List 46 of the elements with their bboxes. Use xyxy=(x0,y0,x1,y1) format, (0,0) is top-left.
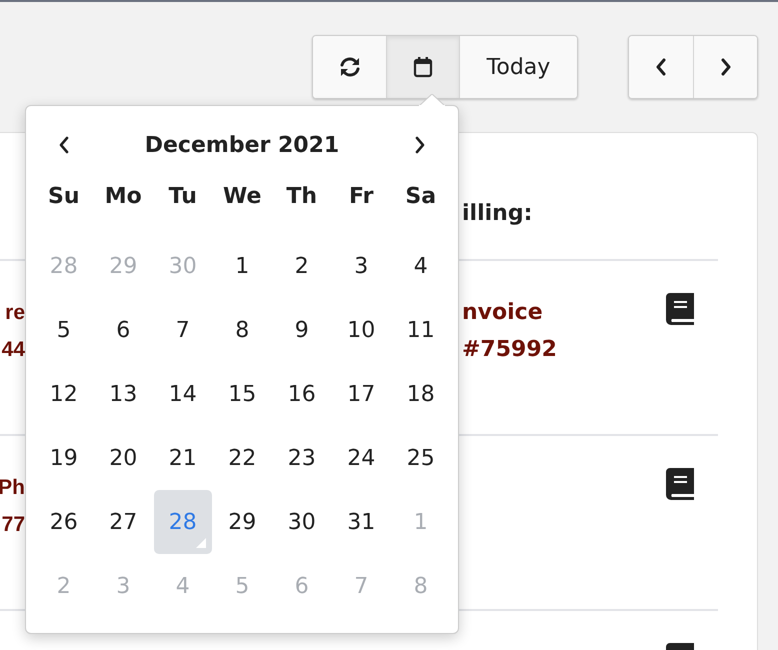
day-cell[interactable]: 11 xyxy=(392,298,450,362)
day-cell[interactable]: 3 xyxy=(332,234,390,298)
day-cell[interactable]: 4 xyxy=(392,234,450,298)
weekday-label: Tu xyxy=(168,184,198,211)
entry-text: 77 xyxy=(2,512,25,538)
day-cell[interactable]: 27 xyxy=(94,490,152,554)
day-cell[interactable]: 31 xyxy=(332,490,390,554)
weekday-label: Sa xyxy=(404,184,438,211)
day-cell[interactable]: 14 xyxy=(154,362,212,426)
invoice-link[interactable]: nvoice xyxy=(462,294,543,331)
column-heading: illing: xyxy=(462,201,534,226)
day-cell[interactable]: 9 xyxy=(273,298,330,362)
day-cell[interactable]: 7 xyxy=(154,298,212,362)
month-title[interactable]: December 2021 xyxy=(144,132,340,158)
day-cell[interactable]: 20 xyxy=(94,426,152,490)
entry-text: re xyxy=(5,300,25,326)
entry-text: Ph xyxy=(0,475,25,501)
weekday-label: Fr xyxy=(348,184,374,211)
entry-text: 44 xyxy=(2,337,25,363)
weekday-label: Su xyxy=(46,184,80,211)
day-cell[interactable]: 30 xyxy=(273,490,330,554)
day-cell[interactable]: 25 xyxy=(392,426,450,490)
day-cell[interactable]: 1 xyxy=(214,234,271,298)
day-cell[interactable]: 10 xyxy=(332,298,390,362)
day-cell[interactable]: 22 xyxy=(214,426,271,490)
day-cell[interactable]: 26 xyxy=(35,490,92,554)
day-cell[interactable]: 16 xyxy=(273,362,330,426)
day-cell[interactable]: 24 xyxy=(332,426,390,490)
day-cell[interactable]: 5 xyxy=(35,298,92,362)
day-cell[interactable]: 8 xyxy=(214,298,271,362)
weekday-label: Th xyxy=(285,184,318,211)
day-cell[interactable]: 13 xyxy=(94,362,152,426)
invoice-link[interactable]: #75992 xyxy=(462,331,557,368)
today-button[interactable]: Today xyxy=(459,36,577,98)
weekday-label: Mo xyxy=(104,184,143,211)
day-cell[interactable]: 2 xyxy=(273,234,330,298)
day-cell[interactable]: 18 xyxy=(392,362,450,426)
day-cell[interactable]: 23 xyxy=(273,426,330,490)
day-cell[interactable]: 19 xyxy=(35,426,92,490)
day-cell[interactable]: 6 xyxy=(94,298,152,362)
day-cell[interactable]: 29 xyxy=(214,490,271,554)
day-cell[interactable]: 12 xyxy=(35,362,92,426)
day-cell[interactable]: 17 xyxy=(332,362,390,426)
day-cell[interactable]: 15 xyxy=(214,362,271,426)
weekday-label: We xyxy=(222,184,262,211)
day-cell[interactable]: 21 xyxy=(154,426,212,490)
